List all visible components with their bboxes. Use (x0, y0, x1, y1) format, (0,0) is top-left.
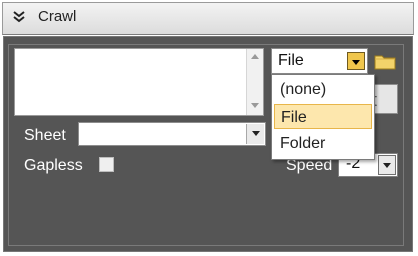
scroll-up-icon[interactable] (251, 54, 259, 59)
source-type-dropdown-list[interactable]: (none) File Folder (271, 74, 375, 160)
chevron-down-icon (252, 131, 260, 136)
folder-icon[interactable] (374, 52, 396, 70)
gapless-checkbox[interactable] (99, 157, 114, 172)
gapless-label: Gapless (24, 157, 83, 174)
sheet-combobox[interactable] (78, 122, 266, 146)
path-textarea[interactable] (14, 48, 264, 116)
dropdown-option-none[interactable]: (none) (274, 77, 372, 102)
double-chevron-icon[interactable] (12, 10, 26, 24)
window-title: Crawl (38, 8, 77, 25)
chevron-down-icon (383, 163, 391, 168)
dropdown-option-file[interactable]: File (274, 104, 372, 129)
speed-dropdown-button[interactable] (378, 155, 396, 175)
source-type-combobox[interactable]: File (271, 48, 368, 74)
sheet-dropdown-button[interactable] (246, 124, 264, 144)
scroll-down-icon[interactable] (251, 103, 259, 108)
sheet-label: Sheet (24, 127, 66, 144)
textarea-scrollbar[interactable] (246, 49, 263, 115)
dropdown-option-folder[interactable]: Folder (274, 131, 372, 156)
source-type-dropdown-button[interactable] (347, 52, 365, 70)
source-type-selected: File (278, 52, 304, 69)
chevron-down-icon (352, 60, 360, 65)
